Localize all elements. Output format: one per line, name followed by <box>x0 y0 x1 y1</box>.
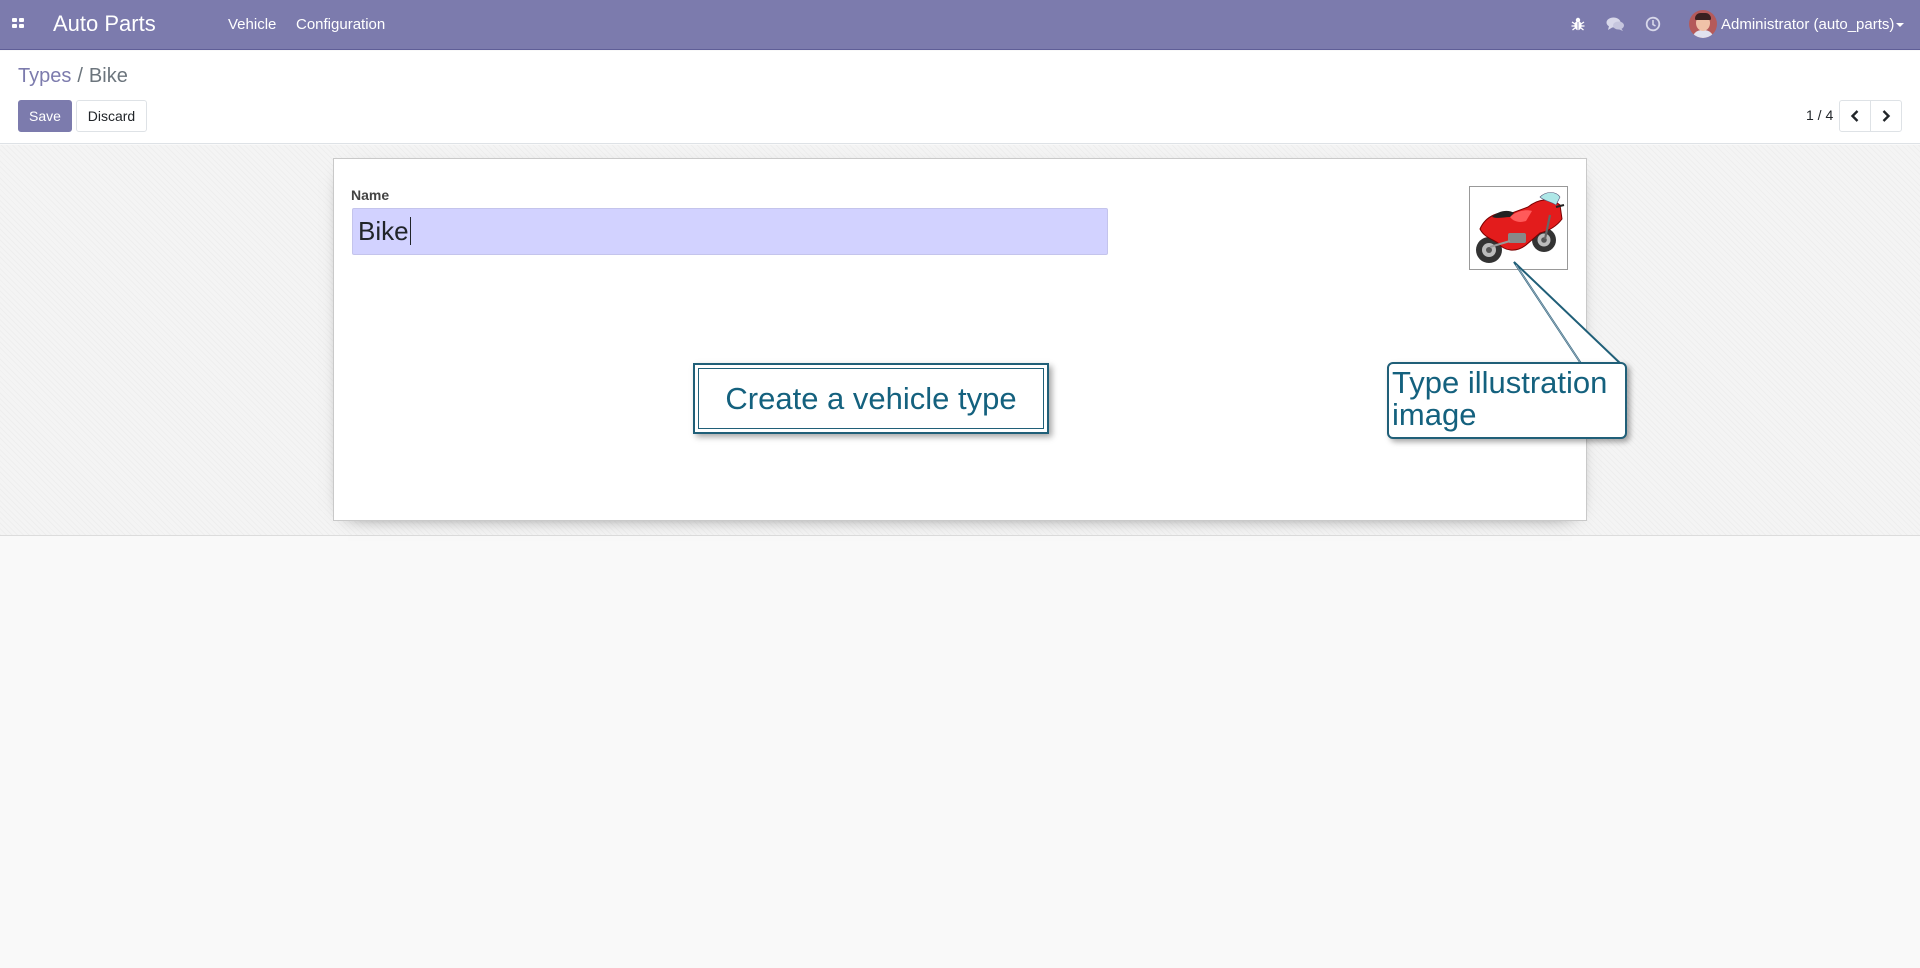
chevron-left-icon <box>1850 110 1859 122</box>
menu-vehicle[interactable]: Vehicle <box>228 16 276 33</box>
breadcrumb: Types / Bike <box>18 65 128 88</box>
chevron-right-icon <box>1882 110 1891 122</box>
text-cursor <box>409 217 411 245</box>
pager-next-button[interactable] <box>1870 100 1902 132</box>
name-field-label: Name <box>351 187 390 203</box>
top-navbar: Auto Parts Vehicle Configuration Adminis… <box>0 0 1920 50</box>
menu-configuration[interactable]: Configuration <box>296 16 385 33</box>
pager-previous-button[interactable] <box>1839 100 1871 132</box>
tooltip-pointer-arrow <box>1513 261 1625 366</box>
name-field[interactable]: Bike <box>352 208 1108 255</box>
type-image-field[interactable] <box>1469 186 1568 270</box>
tooltip-inner-border <box>698 368 1044 429</box>
chat-icon[interactable] <box>1606 16 1625 32</box>
clock-icon[interactable] <box>1645 16 1661 32</box>
bug-icon[interactable] <box>1570 16 1586 32</box>
user-avatar[interactable] <box>1689 10 1717 38</box>
tooltip-image-line-2: image <box>1392 397 1477 432</box>
name-field-value: Bike <box>358 216 409 246</box>
user-menu-label[interactable]: Administrator (auto_parts) <box>1721 16 1894 33</box>
breadcrumb-types-link[interactable]: Types <box>18 65 71 87</box>
save-button[interactable]: Save <box>18 100 72 132</box>
motorbike-image <box>1476 192 1565 263</box>
discard-button[interactable]: Discard <box>76 100 147 132</box>
caret-down-icon[interactable] <box>1896 23 1904 27</box>
control-panel: Types / Bike Save Discard 1 / 4 <box>0 51 1920 144</box>
pager-value[interactable]: 1 / 4 <box>1806 107 1833 123</box>
breadcrumb-current: Bike <box>88 65 128 87</box>
apps-icon[interactable] <box>12 18 25 30</box>
tour-tooltip-main: Create a vehicle type <box>693 363 1049 434</box>
breadcrumb-separator: / <box>77 65 83 87</box>
tooltip-image-line-1: Type illustration <box>1392 365 1608 400</box>
app-brand[interactable]: Auto Parts <box>53 11 156 37</box>
tour-tooltip-image: Type illustration image <box>1387 362 1627 439</box>
